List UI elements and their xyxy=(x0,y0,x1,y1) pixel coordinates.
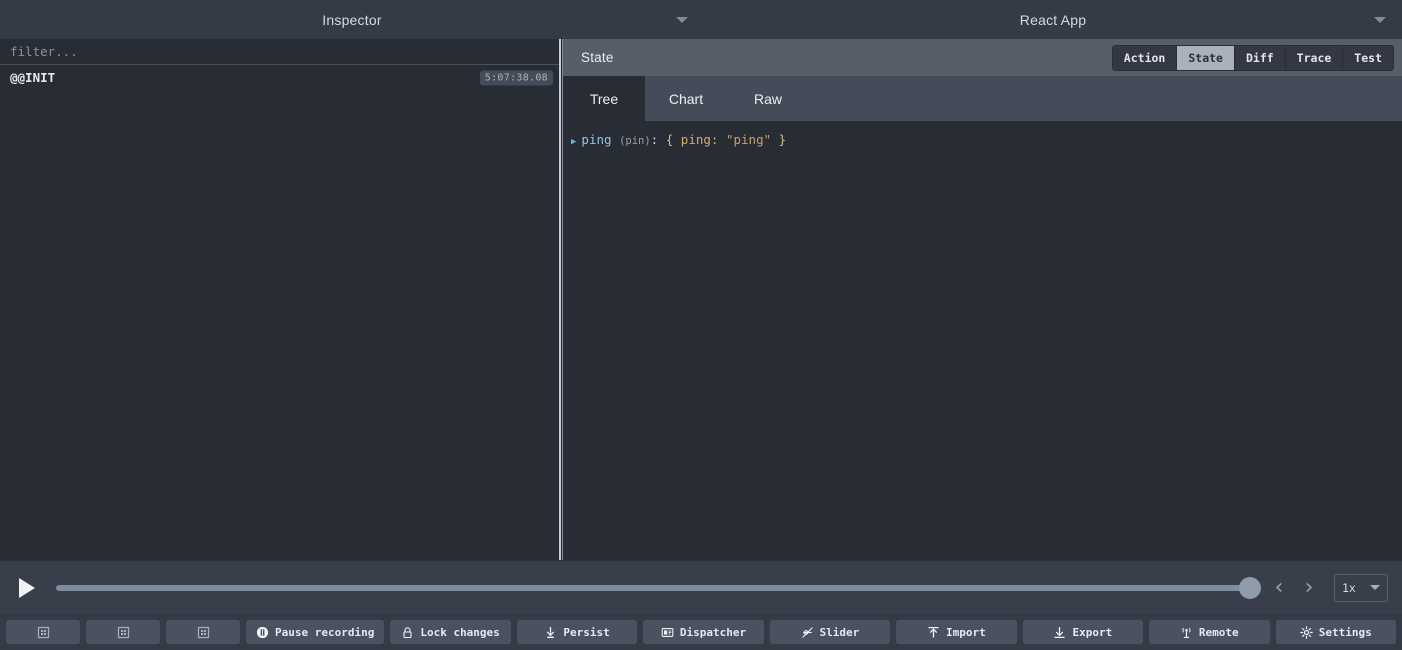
remote-button[interactable]: Remote xyxy=(1149,620,1270,644)
tree-node-close-brace: } xyxy=(778,132,787,147)
app-header: React App xyxy=(704,0,1402,39)
broadcast-icon xyxy=(1180,626,1193,639)
tree-node-colon: : xyxy=(650,132,659,147)
tab-diff[interactable]: Diff xyxy=(1234,45,1286,70)
dock-grid-icon xyxy=(37,626,50,639)
tab-state[interactable]: State xyxy=(1177,45,1235,70)
actions-list: @@INIT 5:07:38.08 xyxy=(0,65,561,560)
time-travel-slider[interactable] xyxy=(56,573,1261,603)
chevron-down-icon[interactable] xyxy=(1374,16,1386,23)
dock-bottom-button[interactable] xyxy=(6,620,80,644)
inspector-toolbar: State Action State Diff Trace Test xyxy=(563,39,1402,76)
dispatcher-icon xyxy=(661,626,674,639)
step-back-button[interactable]: ‹ xyxy=(1264,573,1294,603)
settings-label: Settings xyxy=(1318,625,1372,639)
redux-devtools-app: Inspector React App @@INIT 5:07:38.08 xyxy=(0,0,1402,650)
tab-action[interactable]: Action xyxy=(1112,45,1178,70)
import-button[interactable]: Import xyxy=(896,620,1017,644)
dock-grid-icon xyxy=(117,626,130,639)
import-label: Import xyxy=(946,625,986,639)
lock-changes-label: Lock changes xyxy=(420,625,500,639)
tree-node-value: "ping" xyxy=(725,132,772,147)
persist-label: Persist xyxy=(563,625,610,639)
pin-icon xyxy=(544,626,557,639)
playback-speed-value: 1x xyxy=(1342,580,1356,595)
tab-test[interactable]: Test xyxy=(1343,45,1393,70)
tree-node-root[interactable]: ▶ ping (pin): { ping: "ping" } xyxy=(571,131,1402,151)
settings-button[interactable]: Settings xyxy=(1275,620,1396,644)
actions-scrollbar[interactable] xyxy=(559,39,561,560)
main-body: @@INIT 5:07:38.08 State Action State Dif… xyxy=(0,39,1402,560)
slider-thumb[interactable] xyxy=(1239,576,1261,599)
persist-button[interactable]: Persist xyxy=(516,620,638,644)
filter-input[interactable] xyxy=(0,39,561,64)
sub-tab-chart[interactable]: Chart xyxy=(645,76,727,121)
bottom-toolbar: Pause recording Lock changes Persist Dis… xyxy=(0,614,1402,650)
pause-recording-button[interactable]: Pause recording xyxy=(246,620,385,644)
action-list-item-label: @@INIT xyxy=(10,70,56,85)
export-button[interactable]: Export xyxy=(1022,620,1144,644)
state-tree: ▶ ping (pin): { ping: "ping" } xyxy=(563,121,1402,560)
sub-tab-raw[interactable]: Raw xyxy=(727,76,809,121)
play-button[interactable] xyxy=(12,573,42,603)
chevron-down-icon xyxy=(1370,585,1380,590)
upload-icon xyxy=(927,626,940,639)
inspector-title: State xyxy=(581,50,614,65)
download-icon xyxy=(1053,626,1066,639)
playback-speed-select[interactable]: 1x xyxy=(1334,573,1388,602)
lock-changes-button[interactable]: Lock changes xyxy=(390,620,511,644)
sub-tab-tree[interactable]: Tree xyxy=(563,76,645,121)
dispatcher-button[interactable]: Dispatcher xyxy=(643,620,764,644)
tree-node-key: ping xyxy=(581,132,612,147)
dispatcher-label: Dispatcher xyxy=(679,625,747,639)
slider-track xyxy=(56,584,1250,591)
gear-icon xyxy=(1299,625,1313,639)
pause-circle-icon xyxy=(256,626,269,639)
filter-bar xyxy=(0,39,561,65)
dock-undock-button[interactable] xyxy=(166,620,240,644)
export-label: Export xyxy=(1072,625,1113,639)
remote-label: Remote xyxy=(1198,625,1239,639)
chevron-right-icon: › xyxy=(1304,575,1314,600)
slider-button[interactable]: Slider xyxy=(769,620,891,644)
inspector-header-title: Inspector xyxy=(322,11,382,28)
dock-right-button[interactable] xyxy=(86,620,160,644)
app-header-title: React App xyxy=(1019,11,1087,28)
chevron-down-icon[interactable] xyxy=(676,16,688,23)
actions-panel: @@INIT 5:07:38.08 xyxy=(0,39,562,560)
play-icon xyxy=(19,577,35,598)
lock-icon xyxy=(401,626,414,639)
slider-label: Slider xyxy=(819,625,860,639)
tree-node-meta: (pin) xyxy=(619,135,651,147)
tree-node-prop: ping: xyxy=(680,132,719,147)
action-list-item-timestamp: 5:07:38.08 xyxy=(479,70,553,85)
monitor-tab-group: Action State Diff Trace Test xyxy=(1111,44,1394,71)
inspector-panel: State Action State Diff Trace Test Tree … xyxy=(562,39,1402,560)
slider-off-icon xyxy=(801,626,814,639)
tab-trace[interactable]: Trace xyxy=(1285,45,1344,70)
chevron-left-icon: ‹ xyxy=(1274,575,1284,600)
pause-recording-label: Pause recording xyxy=(275,625,375,639)
playback-bar: ‹ › 1x xyxy=(0,560,1402,614)
step-forward-button[interactable]: › xyxy=(1294,573,1324,603)
top-header: Inspector React App xyxy=(0,0,1402,39)
view-sub-tabs: Tree Chart Raw xyxy=(563,76,1402,121)
action-list-item[interactable]: @@INIT 5:07:38.08 xyxy=(0,65,561,91)
dock-grid-icon xyxy=(197,626,210,639)
tree-node-open-brace: { xyxy=(665,132,674,147)
inspector-header: Inspector xyxy=(0,0,704,39)
expand-arrow-icon[interactable]: ▶ xyxy=(571,133,576,151)
